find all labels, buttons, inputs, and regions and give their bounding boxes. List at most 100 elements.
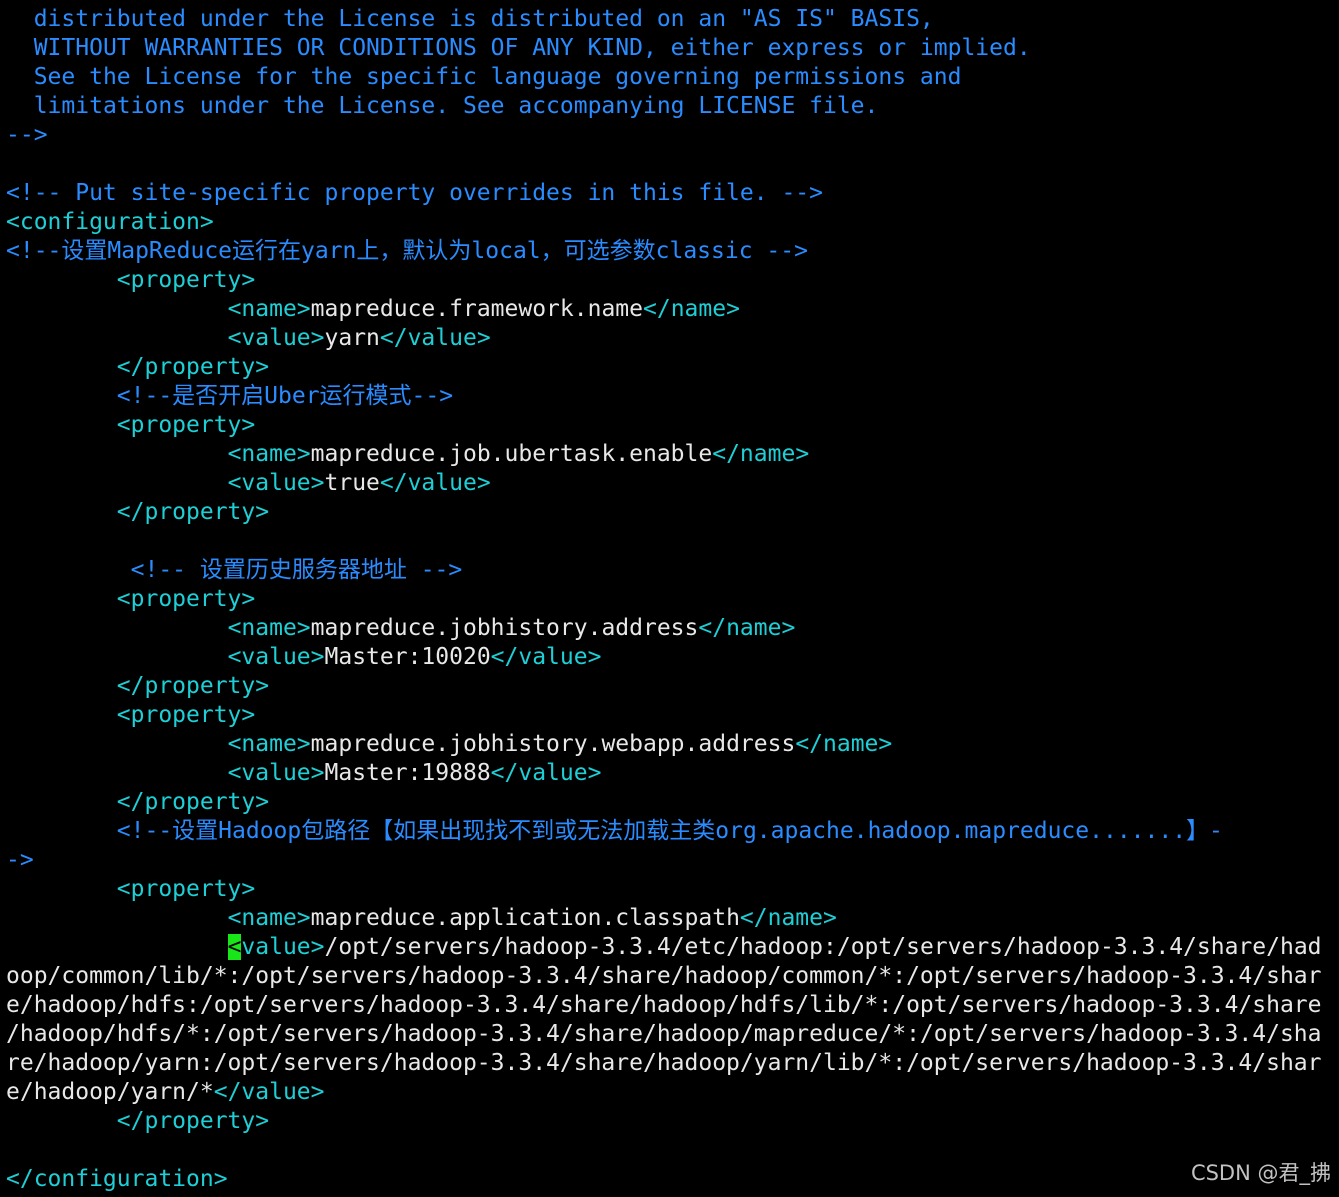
xml-comment: <!--是否开启Uber运行模式-->	[116, 383, 454, 409]
xml-value: Master:19888	[324, 760, 491, 786]
editor-line: See the License for the specific languag…	[6, 63, 1339, 92]
editor-line: </property>	[6, 1107, 1339, 1136]
editor-line: re/hadoop/yarn:/opt/servers/hadoop-3.3.4…	[6, 1049, 1339, 1078]
editor-line: <property>	[6, 701, 1339, 730]
editor-line: <!--是否开启Uber运行模式-->	[6, 382, 1339, 411]
xml-value: e/hadoop/hdfs:/opt/servers/hadoop-3.3.4/…	[6, 992, 1322, 1018]
editor-line: oop/common/lib/*:/opt/servers/hadoop-3.3…	[6, 962, 1339, 991]
editor-line: <!-- Put site-specific property override…	[6, 179, 1339, 208]
editor-line: <property>	[6, 585, 1339, 614]
xml-comment: <!--设置Hadoop包路径【如果出现找不到或无法加载主类org.apache…	[116, 818, 1223, 844]
editor-line: limitations under the License. See accom…	[6, 92, 1339, 121]
xml-value: oop/common/lib/*:/opt/servers/hadoop-3.3…	[6, 963, 1322, 989]
xml-value: e/hadoop/yarn/*	[6, 1079, 214, 1105]
editor-line: <name>mapreduce.jobhistory.address</name…	[6, 614, 1339, 643]
editor-line: WITHOUT WARRANTIES OR CONDITIONS OF ANY …	[6, 34, 1339, 63]
editor-line: /hadoop/hdfs/*:/opt/servers/hadoop-3.3.4…	[6, 1020, 1339, 1049]
xml-tag: </property>	[116, 499, 270, 525]
xml-value: /opt/servers/hadoop-3.3.4/etc/hadoop:/op…	[324, 934, 1322, 960]
xml-tag: <name>	[227, 731, 311, 757]
editor-line: e/hadoop/yarn/*</value>	[6, 1078, 1339, 1107]
editor-line: <value>yarn</value>	[6, 324, 1339, 353]
xml-tag: </name>	[698, 615, 796, 641]
xml-tag: </configuration>	[6, 1166, 228, 1192]
editor-line: <!-- 设置历史服务器地址 -->	[6, 556, 1339, 585]
editor-line: <value>true</value>	[6, 469, 1339, 498]
terminal-editor[interactable]: distributed under the License is distrib…	[0, 0, 1339, 1197]
editor-line: ->	[6, 846, 1339, 875]
xml-value: mapreduce.framework.name	[310, 296, 643, 322]
editor-line: <property>	[6, 266, 1339, 295]
xml-tag: </property>	[116, 673, 270, 699]
editor-line: <name>mapreduce.job.ubertask.enable</nam…	[6, 440, 1339, 469]
editor-line: <configuration>	[6, 208, 1339, 237]
xml-comment: distributed under the License is distrib…	[33, 6, 934, 32]
editor-line: </property>	[6, 672, 1339, 701]
xml-value: Master:10020	[324, 644, 491, 670]
xml-tag: <value>	[227, 644, 325, 670]
editor-line: <name>mapreduce.application.classpath</n…	[6, 904, 1339, 933]
xml-tag: <value>	[227, 760, 325, 786]
xml-tag: <value>	[227, 325, 325, 351]
xml-comment: <!--设置MapReduce运行在yarn上，默认为local，可选参数cla…	[6, 238, 808, 264]
xml-tag: <configuration>	[6, 209, 214, 235]
editor-line: -->	[6, 121, 1339, 150]
xml-comment: See the License for the specific languag…	[33, 64, 962, 90]
xml-tag: <property>	[116, 876, 256, 902]
xml-tag: </value>	[379, 325, 491, 351]
xml-comment: <!-- Put site-specific property override…	[6, 180, 823, 206]
editor-line: <value>Master:19888</value>	[6, 759, 1339, 788]
xml-tag: <property>	[116, 267, 256, 293]
editor-line: </property>	[6, 498, 1339, 527]
xml-tag: </property>	[116, 354, 270, 380]
xml-comment: <!-- 设置历史服务器地址 -->	[130, 557, 463, 583]
editor-line: <!--设置MapReduce运行在yarn上，默认为local，可选参数cla…	[6, 237, 1339, 266]
xml-tag: </name>	[643, 296, 740, 322]
editor-line: </property>	[6, 353, 1339, 382]
xml-comment: -->	[6, 122, 48, 148]
xml-tag: </name>	[739, 905, 837, 931]
xml-tag: <name>	[227, 615, 311, 641]
xml-tag: </value>	[379, 470, 491, 496]
editor-line: <property>	[6, 411, 1339, 440]
xml-value: mapreduce.application.classpath	[310, 905, 740, 931]
xml-tag: </property>	[116, 789, 270, 815]
xml-tag: <name>	[227, 441, 311, 467]
editor-line: <value>Master:10020</value>	[6, 643, 1339, 672]
xml-tag: </value>	[213, 1079, 325, 1105]
xml-value: re/hadoop/yarn:/opt/servers/hadoop-3.3.4…	[6, 1050, 1322, 1076]
csdn-watermark: CSDN @君_拂	[1190, 1161, 1331, 1185]
xml-value: mapreduce.jobhistory.address	[310, 615, 699, 641]
xml-tag: </property>	[116, 1108, 270, 1134]
editor-line: e/hadoop/hdfs:/opt/servers/hadoop-3.3.4/…	[6, 991, 1339, 1020]
editor-line: <name>mapreduce.framework.name</name>	[6, 295, 1339, 324]
text-cursor[interactable]: <	[227, 934, 242, 960]
xml-tag: </name>	[795, 731, 893, 757]
editor-line: <name>mapreduce.jobhistory.webapp.addres…	[6, 730, 1339, 759]
xml-value: true	[324, 470, 380, 496]
xml-tag: <value>	[227, 470, 325, 496]
xml-value: mapreduce.job.ubertask.enable	[310, 441, 713, 467]
